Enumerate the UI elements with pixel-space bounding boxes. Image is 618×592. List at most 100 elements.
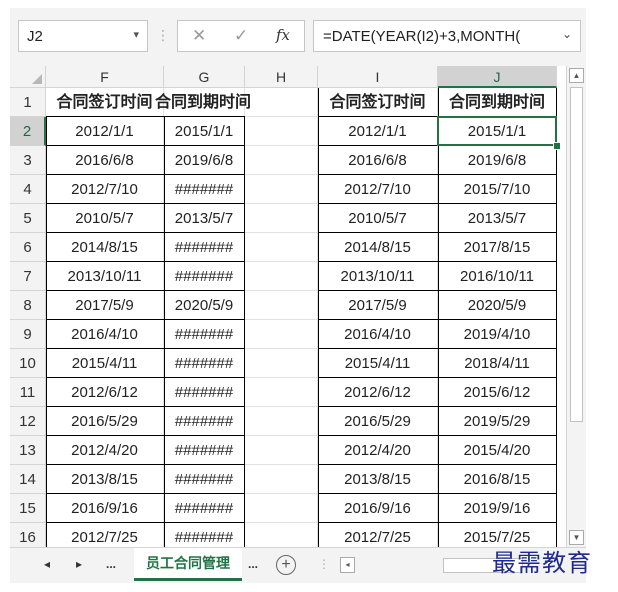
- row-header-16[interactable]: 16: [10, 523, 46, 547]
- table-cell[interactable]: 2020/5/9: [438, 291, 557, 320]
- table-cell[interactable]: #######: [164, 378, 245, 407]
- table-cell[interactable]: #######: [164, 407, 245, 436]
- table-cell[interactable]: [245, 204, 318, 233]
- table-cell[interactable]: 2015/7/10: [438, 175, 557, 204]
- row-header-10[interactable]: 10: [10, 349, 46, 378]
- scroll-left-icon[interactable]: ◂: [340, 557, 355, 573]
- table-cell[interactable]: [245, 291, 318, 320]
- formula-input[interactable]: =DATE(YEAR(I2)+3,MONTH( ⌄: [313, 20, 581, 52]
- table-cell[interactable]: 2016/9/16: [318, 494, 438, 523]
- table-cell[interactable]: 2013/5/7: [438, 204, 557, 233]
- table-cell[interactable]: 2016/4/10: [46, 320, 164, 349]
- row-header-7[interactable]: 7: [10, 262, 46, 291]
- table-cell[interactable]: 2018/4/11: [438, 349, 557, 378]
- vertical-scrollbar[interactable]: ▲ ▼: [566, 66, 586, 547]
- table-cell[interactable]: 2016/8/15: [438, 465, 557, 494]
- table-cell[interactable]: [245, 378, 318, 407]
- table-cell[interactable]: 2015/4/11: [46, 349, 164, 378]
- column-header-h[interactable]: H: [245, 66, 318, 88]
- row-header-11[interactable]: 11: [10, 378, 46, 407]
- table-cell[interactable]: [245, 262, 318, 291]
- table-cell[interactable]: 2019/9/16: [438, 494, 557, 523]
- table-cell[interactable]: 2019/5/29: [438, 407, 557, 436]
- scroll-up-icon[interactable]: ▲: [569, 68, 584, 83]
- spreadsheet-grid[interactable]: F G H I J 1 合同签订时间 合同到期时间 合同签订时间 合同到期时间 2 2012/1/1 2…: [10, 66, 566, 547]
- table-cell[interactable]: 2013/10/11: [46, 262, 164, 291]
- table-cell[interactable]: 2013/8/15: [46, 465, 164, 494]
- table-cell[interactable]: #######: [164, 233, 245, 262]
- header-cell-i[interactable]: 合同签订时间: [318, 88, 438, 117]
- header-cell-f[interactable]: 合同签订时间: [46, 88, 164, 117]
- select-all-corner[interactable]: [10, 66, 46, 88]
- column-header-f[interactable]: F: [46, 66, 164, 88]
- table-cell[interactable]: 2016/9/16: [46, 494, 164, 523]
- table-cell[interactable]: 2016/4/10: [318, 320, 438, 349]
- more-sheets-left[interactable]: ...: [106, 557, 116, 571]
- fill-handle[interactable]: [553, 142, 561, 150]
- table-cell[interactable]: #######: [164, 436, 245, 465]
- table-cell[interactable]: 2012/6/12: [46, 378, 164, 407]
- add-sheet-icon[interactable]: +: [276, 555, 296, 575]
- table-cell[interactable]: [245, 494, 318, 523]
- table-cell[interactable]: 2012/7/10: [46, 175, 164, 204]
- chevron-down-icon[interactable]: ▾: [133, 28, 139, 41]
- table-cell[interactable]: 2016/5/29: [46, 407, 164, 436]
- table-cell[interactable]: [245, 349, 318, 378]
- row-header-3[interactable]: 3: [10, 146, 46, 175]
- table-cell[interactable]: 2012/7/10: [318, 175, 438, 204]
- next-sheet-icon[interactable]: ▸: [76, 557, 82, 571]
- table-cell[interactable]: 2015/1/1: [164, 117, 245, 146]
- table-cell[interactable]: 2017/8/15: [438, 233, 557, 262]
- table-cell[interactable]: 2017/5/9: [46, 291, 164, 320]
- table-cell[interactable]: 2016/6/8: [46, 146, 164, 175]
- table-cell[interactable]: 2012/6/12: [318, 378, 438, 407]
- table-cell[interactable]: 2019/6/8: [164, 146, 245, 175]
- table-cell[interactable]: 2013/8/15: [318, 465, 438, 494]
- name-box[interactable]: J2 ▾: [18, 20, 148, 52]
- row-header-12[interactable]: 12: [10, 407, 46, 436]
- table-cell[interactable]: 2012/4/20: [46, 436, 164, 465]
- table-cell[interactable]: 2012/1/1: [46, 117, 164, 146]
- row-header-1[interactable]: 1: [10, 88, 46, 117]
- table-cell[interactable]: [245, 320, 318, 349]
- table-cell[interactable]: 2016/10/11: [438, 262, 557, 291]
- table-cell[interactable]: 2010/5/7: [46, 204, 164, 233]
- table-cell[interactable]: [245, 233, 318, 262]
- table-cell[interactable]: #######: [164, 320, 245, 349]
- more-sheets-right[interactable]: ...: [248, 557, 258, 571]
- table-cell[interactable]: [245, 407, 318, 436]
- row-header-9[interactable]: 9: [10, 320, 46, 349]
- row-header-2[interactable]: 2: [10, 117, 46, 146]
- table-cell[interactable]: 2014/8/15: [46, 233, 164, 262]
- table-cell[interactable]: 2013/5/7: [164, 204, 245, 233]
- table-cell[interactable]: #######: [164, 262, 245, 291]
- table-cell[interactable]: 2012/1/1: [318, 117, 438, 146]
- table-cell[interactable]: 2010/5/7: [318, 204, 438, 233]
- table-cell[interactable]: 2012/7/25: [46, 523, 164, 547]
- table-cell[interactable]: [245, 175, 318, 204]
- header-cell-h[interactable]: [245, 88, 318, 117]
- table-cell[interactable]: 2014/8/15: [318, 233, 438, 262]
- row-header-14[interactable]: 14: [10, 465, 46, 494]
- row-header-4[interactable]: 4: [10, 175, 46, 204]
- row-header-5[interactable]: 5: [10, 204, 46, 233]
- splitter-icon[interactable]: ⋮: [318, 557, 330, 571]
- table-cell[interactable]: 2016/6/8: [318, 146, 438, 175]
- table-cell[interactable]: [245, 146, 318, 175]
- table-cell[interactable]: [245, 465, 318, 494]
- scroll-thumb[interactable]: [570, 87, 583, 422]
- sheet-tab-active[interactable]: 员工合同管理: [134, 548, 242, 581]
- header-cell-g[interactable]: 合同到期时间: [155, 88, 251, 117]
- table-cell[interactable]: 2015/4/20: [438, 436, 557, 465]
- check-icon[interactable]: ✓: [234, 26, 248, 46]
- table-cell[interactable]: 2020/5/9: [164, 291, 245, 320]
- expand-formula-icon[interactable]: ⌄: [557, 27, 572, 41]
- row-header-8[interactable]: 8: [10, 291, 46, 320]
- table-cell[interactable]: [245, 436, 318, 465]
- row-header-6[interactable]: 6: [10, 233, 46, 262]
- table-cell[interactable]: 2019/6/8: [438, 146, 557, 175]
- table-cell[interactable]: 2015/6/12: [438, 378, 557, 407]
- table-cell[interactable]: 2012/4/20: [318, 436, 438, 465]
- column-header-i[interactable]: I: [318, 66, 438, 88]
- table-cell[interactable]: 2015/1/1: [438, 117, 557, 146]
